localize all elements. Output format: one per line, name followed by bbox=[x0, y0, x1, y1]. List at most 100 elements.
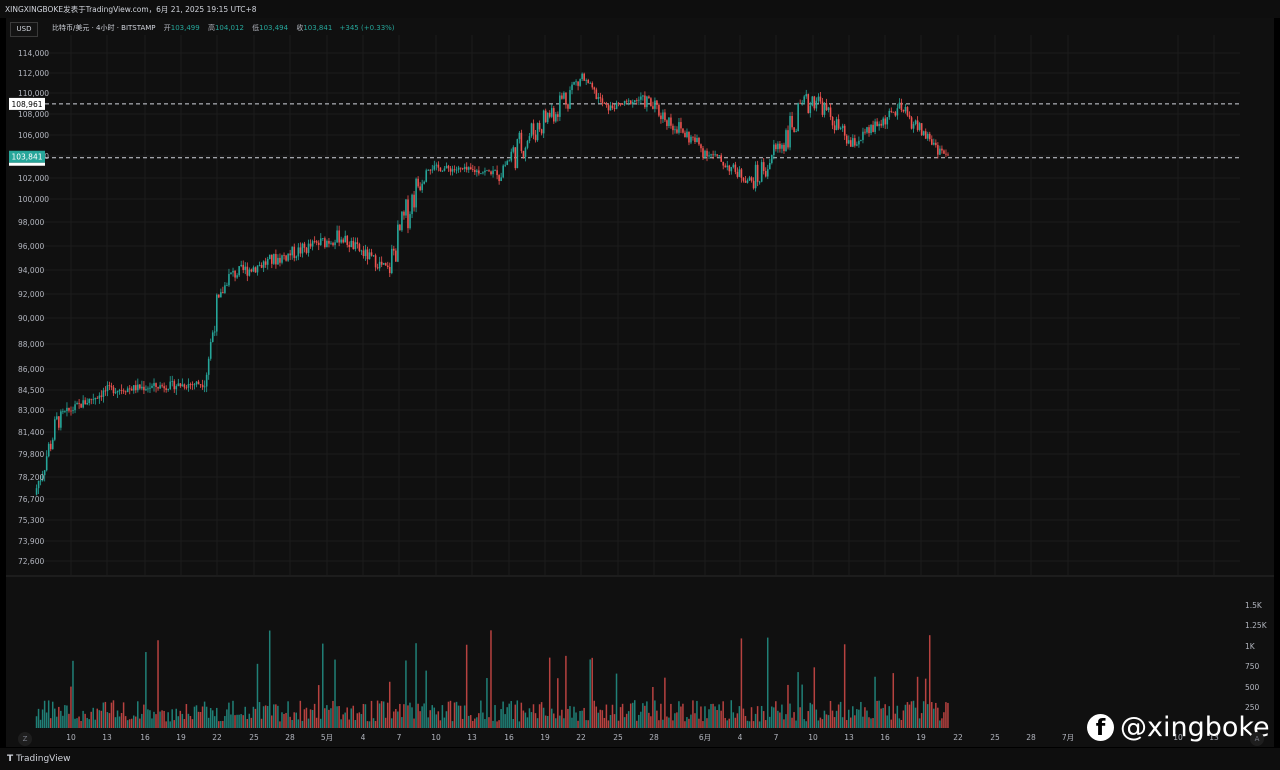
volume-bar bbox=[589, 659, 591, 728]
volume-bar bbox=[372, 718, 375, 728]
candle-body bbox=[748, 177, 751, 181]
price-tick-label: 84,500 bbox=[18, 386, 44, 395]
candle-body bbox=[47, 443, 50, 457]
volume-bar bbox=[319, 718, 322, 728]
volume-bar bbox=[213, 716, 216, 728]
candle-body bbox=[488, 170, 490, 172]
candle-body bbox=[108, 385, 111, 386]
time-axis: 10 13 16 19 22 25 28 5月 4 7 10 13 16 19 22 25 28 6月 4 7 10 13… bbox=[66, 733, 1219, 742]
candle-body bbox=[928, 133, 931, 140]
volume-bar bbox=[132, 715, 135, 728]
volume-bar bbox=[348, 719, 350, 728]
volume-bar bbox=[676, 712, 678, 728]
candle-body bbox=[205, 374, 208, 387]
candle-body bbox=[211, 332, 214, 343]
candle-body bbox=[268, 254, 271, 260]
price-tick-label: 110,000 bbox=[18, 89, 49, 98]
volume-bar bbox=[870, 718, 872, 728]
volume-bar bbox=[880, 708, 882, 728]
date-tick-label: 4 bbox=[738, 733, 743, 742]
candle-body bbox=[68, 407, 70, 411]
volume-bar bbox=[187, 713, 190, 728]
candle-body bbox=[670, 117, 672, 126]
volume-bar bbox=[698, 718, 700, 728]
candle-body bbox=[169, 381, 172, 389]
volume-bar bbox=[833, 717, 836, 728]
date-tick-label: 5月 bbox=[321, 733, 333, 742]
candle-body bbox=[599, 97, 602, 99]
volume-bar bbox=[506, 707, 508, 728]
price-tick-label: 83,000 bbox=[18, 406, 44, 415]
candle-body bbox=[589, 83, 592, 84]
auto-scale-button[interactable]: A bbox=[1250, 732, 1264, 746]
candle-body bbox=[698, 137, 700, 145]
candle-body bbox=[496, 170, 498, 176]
volume-bar bbox=[752, 721, 755, 728]
candle-body bbox=[439, 167, 442, 172]
volume-bar bbox=[441, 705, 444, 728]
candle-body bbox=[147, 388, 149, 390]
candle-body bbox=[756, 164, 759, 182]
volume-bar bbox=[943, 712, 945, 728]
volume-bar bbox=[216, 707, 218, 728]
price-tick-label: 76,700 bbox=[18, 495, 44, 504]
volume-bar bbox=[714, 706, 716, 728]
volume-bar bbox=[819, 717, 822, 728]
volume-bar bbox=[66, 705, 68, 728]
price-tick-label: 96,000 bbox=[18, 242, 44, 251]
volume-bar bbox=[591, 657, 593, 728]
zoom-out-button[interactable]: Z bbox=[18, 732, 32, 746]
candle-body bbox=[309, 243, 312, 247]
price-chart[interactable]: 114,000112,000110,000108,000106,000104,0… bbox=[0, 0, 1280, 770]
candle-body bbox=[696, 137, 698, 142]
candle-body bbox=[734, 164, 737, 172]
volume-bar bbox=[453, 702, 456, 728]
candle-body bbox=[548, 112, 551, 117]
volume-bar bbox=[627, 711, 630, 728]
candle-body bbox=[445, 165, 448, 169]
candle-body bbox=[771, 155, 773, 164]
volume-bar bbox=[86, 717, 88, 728]
candle-body bbox=[532, 123, 535, 135]
volume-bar bbox=[742, 708, 745, 728]
candle-body bbox=[126, 388, 129, 393]
volume-bar bbox=[858, 709, 860, 728]
volume-bar bbox=[787, 684, 789, 728]
candle-body bbox=[920, 123, 923, 136]
candle-body bbox=[128, 388, 131, 390]
tradingview-logo[interactable]: T TradingView bbox=[7, 754, 71, 764]
candle-body bbox=[833, 125, 836, 131]
candle-body bbox=[754, 164, 757, 189]
volume-bar bbox=[789, 703, 791, 728]
volume-bar bbox=[682, 703, 684, 728]
volume-bar bbox=[271, 715, 273, 728]
candle-body bbox=[585, 79, 587, 81]
candle-body bbox=[287, 253, 289, 261]
volume-bar bbox=[230, 714, 232, 728]
volume-bar bbox=[864, 707, 866, 728]
candle-body bbox=[769, 163, 771, 170]
candle-body bbox=[621, 103, 624, 105]
volume-bar bbox=[137, 701, 139, 728]
volume-bar bbox=[898, 718, 901, 728]
volume-bar bbox=[852, 706, 854, 728]
candle-body bbox=[658, 104, 660, 116]
volume-bar bbox=[403, 704, 405, 728]
volume-bar bbox=[754, 713, 757, 728]
volume-bar bbox=[534, 713, 537, 728]
candle-body bbox=[595, 89, 598, 100]
volume-bar bbox=[510, 701, 512, 728]
volume-bar bbox=[856, 709, 858, 728]
volume-bar bbox=[841, 717, 844, 728]
volume-bar bbox=[587, 720, 589, 728]
price-tick-label: 90,000 bbox=[18, 314, 44, 323]
price-tick-label: 94,000 bbox=[18, 266, 44, 275]
candle-body bbox=[45, 456, 48, 471]
candle-body bbox=[37, 480, 40, 489]
candle-body bbox=[167, 388, 169, 390]
date-tick-label: 13 bbox=[844, 733, 854, 742]
volume-bar bbox=[769, 716, 771, 728]
candle-body bbox=[102, 390, 105, 397]
candle-body bbox=[914, 120, 917, 125]
volume-bar bbox=[736, 713, 739, 728]
